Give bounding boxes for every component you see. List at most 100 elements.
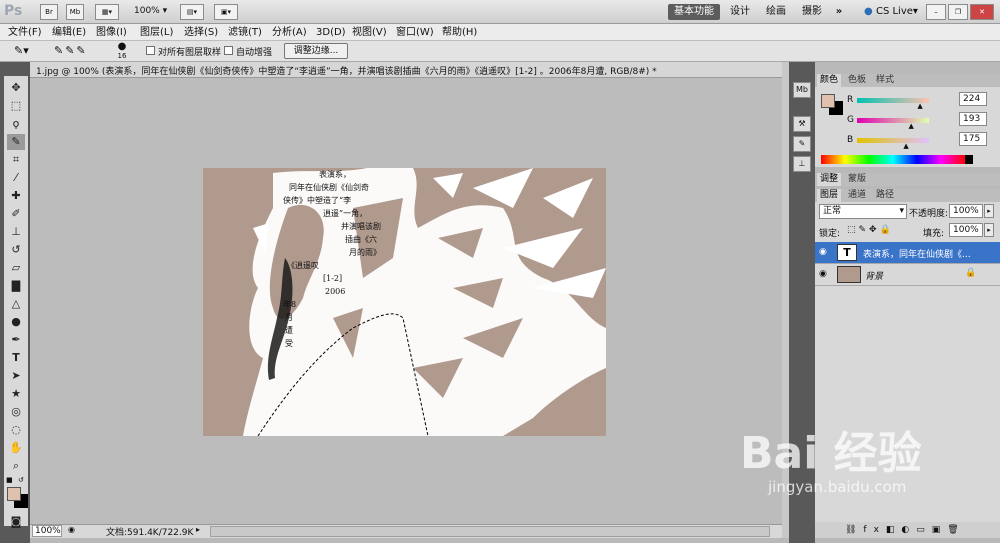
b-slider-thumb[interactable]: ▲ [903,142,908,150]
adjustments-panel-tabs: 调整 蒙版 [815,173,1000,186]
swap-colors-icon[interactable]: ↺ [18,476,27,484]
auto-enhance-checkbox[interactable] [224,46,233,55]
selection-mode-buttons[interactable]: ✎✎✎ [54,44,104,59]
brush-picker[interactable]: ● 16 [112,42,132,61]
restore-icon[interactable]: ❐ [948,4,968,20]
layer-row-background[interactable]: ◉ 背景 🔒 [815,264,1000,286]
refine-edge-button[interactable]: 调整边缘... [284,43,348,59]
clone-stamp-tool-icon[interactable]: ⊥ [7,224,25,240]
healing-brush-tool-icon[interactable]: ✚ [7,188,25,204]
color-ramp-black[interactable] [965,155,973,164]
crop-tool-icon[interactable]: ⌗ [7,152,25,168]
menu-edit[interactable]: 编辑(E) [52,25,86,40]
g-value[interactable]: 193 [959,112,987,126]
tab-paths[interactable]: 路径 [873,189,897,202]
menu-help[interactable]: 帮助(H) [442,25,477,40]
workspace-design[interactable]: 设计 [728,4,752,20]
cs-live-button[interactable]: ● CS Live▾ [862,4,920,20]
workspace-essentials[interactable]: 基本功能 [668,4,720,20]
screen-mode-button[interactable]: ▣▾ [214,4,238,20]
eyedropper-tool-icon[interactable]: ⁄ [7,170,25,186]
status-zoom-field[interactable]: 100% [32,525,62,537]
pen-tool-icon[interactable]: ✒ [7,332,25,348]
layers-controls: 正常 ▾ 不透明度: 100% ▸ 锁定: ⬚✎✥🔒 填充: 100% ▸ [815,202,1000,242]
tab-layers[interactable]: 图层 [817,189,842,202]
more-workspaces-button[interactable]: » [832,4,846,20]
shape-tool-icon[interactable]: ★ [7,386,25,402]
type-tool-icon[interactable]: T [7,350,25,366]
workspace-photography[interactable]: 摄影 [800,4,824,20]
3d-rotate-tool-icon[interactable]: ◎ [7,404,25,420]
color-panel-fg-swatch[interactable] [821,94,835,108]
blend-mode-dropdown[interactable]: 正常 ▾ [819,204,907,219]
move-tool-icon[interactable]: ✥ [7,80,25,96]
eraser-tool-icon[interactable]: ▱ [7,260,25,276]
b-slider[interactable] [857,138,929,143]
workspace-painting[interactable]: 绘画 [764,4,788,20]
r-value[interactable]: 224 [959,92,987,106]
mini-bridge-button[interactable]: Mb [66,4,84,20]
arrange-documents-button[interactable]: ▤▾ [180,4,204,20]
fill-arrow-icon[interactable]: ▸ [984,223,994,237]
visibility-eye-icon[interactable]: ◉ [819,247,827,257]
tool-presets-icon[interactable]: ⚒ [793,116,811,132]
document-image[interactable]: 表演系， 同年在仙侠剧《仙剑奇 侠传》中塑造了“李 逍遥”一角， 并演唱该剧 插… [203,168,606,436]
horizontal-scrollbar[interactable] [210,526,770,537]
3d-camera-tool-icon[interactable]: ◌ [7,422,25,438]
menu-layer[interactable]: 图层(L) [140,25,173,40]
fill-field[interactable]: 100% [949,223,983,237]
tab-masks[interactable]: 蒙版 [845,173,869,186]
tab-styles[interactable]: 样式 [873,74,897,87]
marquee-tool-icon[interactable]: ⬚ [7,98,25,114]
view-extras-button[interactable]: ▦▾ [95,4,119,20]
quick-selection-tool-icon[interactable]: ✎ [7,134,25,150]
clone-source-icon[interactable]: ⊥ [793,156,811,172]
g-slider-thumb[interactable]: ▲ [909,122,914,130]
document-tab[interactable]: 1.jpg @ 100% (表演系，同年在仙侠剧《仙剑奇侠传》中塑造了“李逍遥”… [30,62,782,78]
menu-filter[interactable]: 滤镜(T) [228,25,262,40]
blur-tool-icon[interactable]: △ [7,296,25,312]
lock-options-icon[interactable]: ⬚✎✥🔒 [847,225,894,235]
zoom-tool-icon[interactable]: ⌕ [7,458,25,474]
tab-channels[interactable]: 通道 [845,189,869,202]
tab-color[interactable]: 颜色 [817,74,842,87]
lasso-tool-icon[interactable]: ϙ [7,116,25,132]
sample-all-layers-checkbox[interactable] [146,46,155,55]
dodge-tool-icon[interactable]: ● [7,314,25,330]
menu-view[interactable]: 视图(V) [352,25,387,40]
menu-image[interactable]: 图像(I) [96,25,127,40]
path-selection-tool-icon[interactable]: ➤ [7,368,25,384]
mini-bridge-panel-icon[interactable]: Mb [793,82,811,98]
bridge-button[interactable]: Br [40,4,58,20]
menu-3d[interactable]: 3D(D) [316,25,346,40]
color-spectrum-ramp[interactable] [821,155,965,164]
menu-file[interactable]: 文件(F) [8,25,42,40]
menu-analysis[interactable]: 分析(A) [272,25,307,40]
foreground-color-swatch[interactable] [7,487,21,501]
brush-tool-icon[interactable]: ✐ [7,206,25,222]
tab-swatches[interactable]: 色板 [845,74,869,87]
visibility-eye-icon[interactable]: ◉ [819,269,827,279]
canvas-area[interactable]: 表演系， 同年在仙侠剧《仙剑奇 侠传》中塑造了“李 逍遥”一角， 并演唱该剧 插… [30,78,782,524]
minimize-icon[interactable]: – [926,4,946,20]
zoom-level-dropdown[interactable]: 100% ▾ [134,6,167,16]
layer-row-text[interactable]: ◉ T 表演系，同年在仙侠剧《... [815,242,1000,264]
tab-adjustments[interactable]: 调整 [817,173,842,186]
menu-select[interactable]: 选择(S) [184,25,218,40]
menu-window[interactable]: 窗口(W) [396,25,434,40]
tool-preset-picker[interactable]: ✎▾ [14,44,42,59]
default-colors-icon[interactable]: ■ [6,476,15,484]
gradient-tool-icon[interactable]: ▇ [7,278,25,294]
opacity-arrow-icon[interactable]: ▸ [984,204,994,218]
b-value[interactable]: 175 [959,132,987,146]
hand-tool-icon[interactable]: ✋ [7,440,25,456]
quick-mask-icon[interactable]: ◙ [7,514,25,530]
g-slider[interactable] [857,118,929,123]
r-slider-thumb[interactable]: ▲ [917,102,922,110]
status-info-icon[interactable]: ◉ [68,525,80,537]
opacity-field[interactable]: 100% [949,204,983,218]
status-menu-arrow-icon[interactable]: ▸ [196,525,204,537]
close-icon[interactable]: ✕ [970,4,994,20]
history-brush-tool-icon[interactable]: ↺ [7,242,25,258]
brush-panel-icon[interactable]: ✎ [793,136,811,152]
